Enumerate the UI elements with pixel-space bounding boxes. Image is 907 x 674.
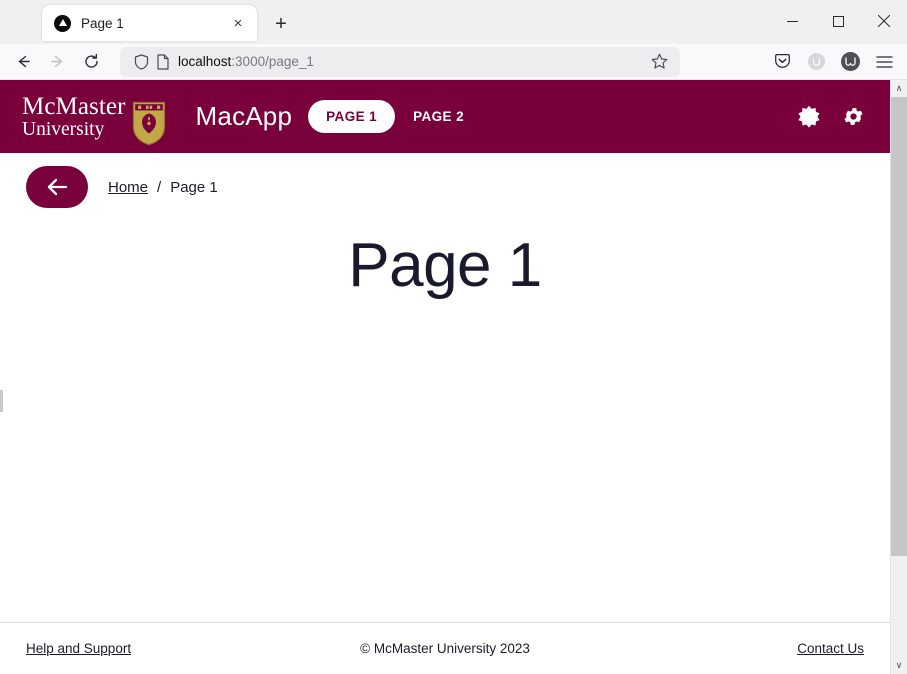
page-scrollbar[interactable]: ∧ ∨ <box>890 80 907 674</box>
breadcrumb-item-current: Page 1 <box>170 178 218 196</box>
mcmaster-crest-icon <box>132 101 166 146</box>
web-page: McMaster University MacApp PAGE 1 PAGE 2… <box>0 80 890 674</box>
header-actions <box>796 104 866 130</box>
toolbar-right-icons <box>765 47 901 77</box>
url-path: :3000/page_1 <box>231 54 314 69</box>
logo-wordmark: McMaster University <box>22 94 126 140</box>
scroll-up-icon[interactable]: ∧ <box>891 80 907 97</box>
extension-avatar-icon[interactable] <box>833 47 867 77</box>
gear-icon[interactable] <box>840 104 866 130</box>
browser-tab[interactable]: Page 1 × <box>42 5 257 41</box>
site-footer: Help and Support © McMaster University 2… <box>0 622 890 674</box>
window-controls <box>769 0 907 42</box>
new-tab-button[interactable]: + <box>266 9 296 39</box>
back-icon[interactable] <box>6 47 40 77</box>
tab-strip: Page 1 × + <box>0 0 907 44</box>
page-viewport: McMaster University MacApp PAGE 1 PAGE 2… <box>0 80 907 674</box>
close-icon[interactable]: × <box>227 12 249 34</box>
nav-link-page-2[interactable]: PAGE 2 <box>399 100 478 133</box>
page-title: Page 1 <box>348 231 542 300</box>
shield-icon[interactable] <box>130 53 152 70</box>
app-name: MacApp <box>195 101 293 131</box>
triangle-circle-icon <box>54 14 71 32</box>
site-header: McMaster University MacApp PAGE 1 PAGE 2 <box>0 80 890 153</box>
scrollbar-track[interactable] <box>891 97 907 657</box>
main-content: Page 1 <box>0 208 890 622</box>
arrow-left-icon <box>47 178 68 196</box>
help-and-support-link[interactable]: Help and Support <box>26 641 131 656</box>
nav-link-page-1[interactable]: PAGE 1 <box>308 100 396 133</box>
browser-toolbar: localhost:3000/page_1 <box>0 44 907 80</box>
maximize-icon[interactable] <box>815 0 861 42</box>
copyright-text: © McMaster University 2023 <box>360 641 530 656</box>
url-bar[interactable]: localhost:3000/page_1 <box>120 46 680 77</box>
tab-title: Page 1 <box>81 15 124 31</box>
minimize-icon[interactable] <box>769 0 815 42</box>
account-circle-icon[interactable] <box>799 47 833 77</box>
url-host: localhost <box>178 54 232 69</box>
page-info-icon[interactable] <box>152 53 174 70</box>
close-window-icon[interactable] <box>861 0 907 42</box>
logo-line-1: McMaster <box>22 92 126 120</box>
logo-line-2: University <box>22 118 105 140</box>
bookmark-star-icon[interactable] <box>646 53 672 70</box>
breadcrumb-row: Home / Page 1 <box>0 153 890 208</box>
reload-icon[interactable] <box>74 47 108 77</box>
contact-us-link[interactable]: Contact Us <box>797 641 864 656</box>
forward-icon <box>40 47 74 77</box>
breadcrumb: Home / Page 1 <box>108 179 218 196</box>
breadcrumb-separator: / <box>157 178 162 196</box>
pocket-icon[interactable] <box>765 47 799 77</box>
page-edge-artifact <box>0 390 3 412</box>
back-button[interactable] <box>26 166 88 208</box>
url-text[interactable]: localhost:3000/page_1 <box>178 54 646 69</box>
breadcrumb-item-home[interactable]: Home <box>108 179 148 196</box>
scroll-down-icon[interactable]: ∨ <box>891 657 907 674</box>
mcmaster-logo[interactable]: McMaster University <box>22 87 166 146</box>
scrollbar-thumb[interactable] <box>891 97 907 557</box>
hamburger-menu-icon[interactable] <box>867 47 901 77</box>
browser-window: Page 1 × + localhost:3000/page_1 McMaste… <box>0 0 907 674</box>
contrast-icon[interactable] <box>796 104 822 130</box>
header-nav: PAGE 1 PAGE 2 <box>308 100 478 133</box>
